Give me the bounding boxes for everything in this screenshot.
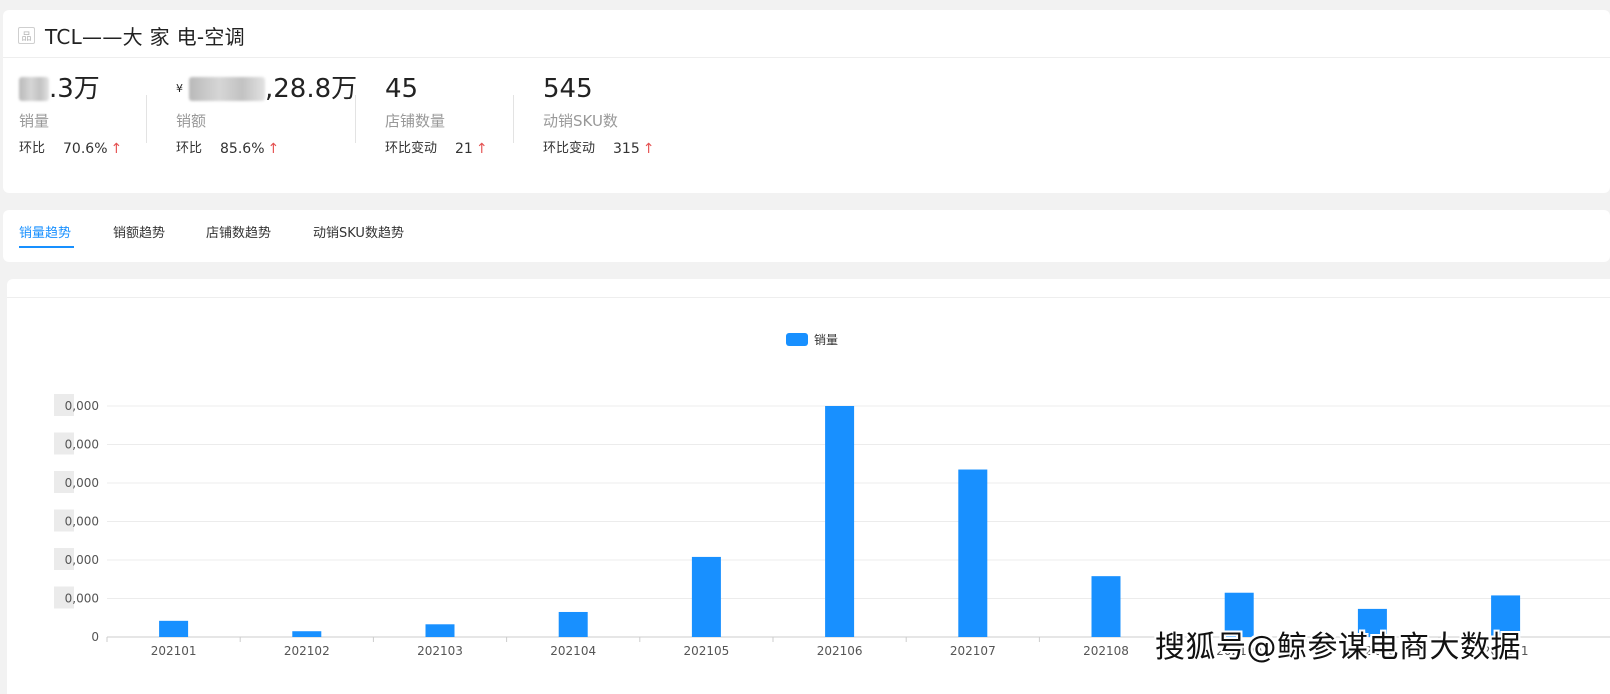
change-value: 70.6%	[63, 141, 108, 157]
legend-swatch	[786, 333, 808, 346]
metric-value: 545	[543, 74, 593, 104]
bar	[691, 556, 721, 637]
metric-change: 环比 70.6% ↑	[19, 139, 122, 159]
metric-label: 店铺数量	[385, 112, 446, 130]
watermark: 搜狐号@鲸参谋电商大数据	[1155, 630, 1521, 665]
change-label: 环比	[19, 141, 46, 156]
metric-separator	[146, 95, 147, 143]
metric-value: .3万	[19, 72, 122, 106]
metric-label: 销额	[176, 112, 207, 130]
x-tick-label: 202101	[151, 644, 197, 658]
bar	[425, 624, 455, 637]
change-value: 85.6%	[220, 141, 265, 157]
metric-value-text: .3万	[49, 74, 100, 104]
category-icon: 品	[18, 26, 35, 44]
change-value: 315	[613, 141, 640, 157]
metric-value: 45	[385, 74, 419, 104]
tab-store-count-trend[interactable]: 店铺数趋势	[206, 222, 271, 241]
y-tick-label: 0,000	[65, 399, 99, 413]
change-label: 环比	[176, 141, 203, 156]
trend-tabs: 销量趋势 销额趋势 店铺数趋势 动销SKU数趋势	[3, 210, 1610, 262]
currency-symbol: ¥	[176, 82, 183, 95]
change-value: 21	[455, 141, 473, 157]
redacted-blur	[189, 77, 265, 101]
header-divider	[3, 57, 1610, 58]
bar	[159, 620, 189, 637]
metric-change: 环比 85.6% ↑	[176, 139, 357, 159]
metric-active-sku: 545 动销SKU数 环比变动 315 ↑	[543, 72, 654, 159]
arrow-up-icon: ↑	[110, 141, 123, 157]
metric-value: ¥ ,28.8万	[176, 72, 357, 106]
tab-sales-amount-trend[interactable]: 销额趋势	[113, 222, 165, 241]
bar	[292, 631, 322, 637]
arrow-up-icon: ↑	[642, 141, 655, 157]
x-tick-label: 202103	[417, 644, 463, 658]
tab-sku-count-trend[interactable]: 动销SKU数趋势	[313, 222, 404, 241]
y-tick-label: 0,000	[65, 592, 99, 606]
metric-separator	[355, 95, 356, 143]
metric-value-text: ,28.8万	[265, 74, 358, 104]
metric-store-count: 45 店铺数量 环比变动 21 ↑	[385, 72, 488, 159]
x-tick-label: 202106	[817, 644, 863, 658]
x-tick-label: 202102	[284, 644, 330, 658]
bar	[958, 469, 988, 637]
arrow-up-icon: ↑	[475, 141, 488, 157]
change-label: 环比变动	[543, 141, 596, 156]
x-tick-label: 202105	[683, 644, 729, 658]
x-tick-label: 202107	[950, 644, 996, 658]
tab-sales-volume-trend[interactable]: 销量趋势	[19, 222, 71, 241]
y-tick-label: 0,000	[65, 438, 99, 452]
y-tick-label: 0,000	[65, 553, 99, 567]
y-tick-label: 0	[91, 630, 99, 644]
metric-label: 销量	[19, 112, 50, 130]
arrow-up-icon: ↑	[267, 141, 280, 157]
metric-separator	[513, 95, 514, 143]
metric-change: 环比变动 21 ↑	[385, 139, 488, 159]
title-row: 品 TCL——大 家 电-空调	[18, 22, 245, 49]
redacted-blur	[19, 77, 49, 101]
x-tick-label: 202108	[1083, 644, 1129, 658]
bar	[1091, 576, 1121, 637]
bar	[558, 611, 588, 637]
metric-change: 环比变动 315 ↑	[543, 139, 654, 159]
metric-sales-volume: .3万 销量 环比 70.6% ↑	[19, 72, 122, 159]
page-title: TCL——大 家 电-空调	[45, 24, 245, 49]
metric-label: 动销SKU数	[543, 112, 618, 130]
summary-card: 品 TCL——大 家 电-空调 .3万 销量 环比 70.6% ↑ ¥ ,28.…	[3, 10, 1610, 193]
legend-label: 销量	[814, 333, 838, 347]
bar	[825, 406, 855, 637]
change-label: 环比变动	[385, 141, 438, 156]
y-tick-label: 0,000	[65, 476, 99, 490]
y-tick-label: 0,000	[65, 515, 99, 529]
metric-sales-amount: ¥ ,28.8万 销额 环比 85.6% ↑	[176, 72, 357, 159]
active-tab-indicator	[19, 246, 74, 248]
x-tick-label: 202104	[550, 644, 596, 658]
